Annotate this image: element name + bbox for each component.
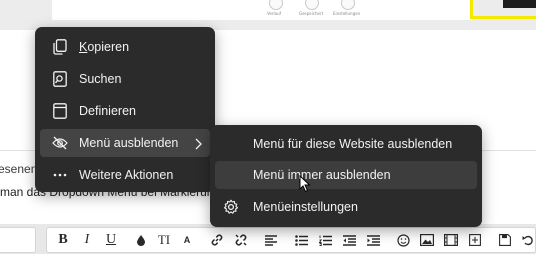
- save-icon[interactable]: [495, 228, 515, 252]
- settings-label: Einstellungen: [333, 11, 361, 16]
- menu-item-weitere-aktionen[interactable]: Weitere Aktionen: [40, 161, 210, 189]
- editor-toolbar: B I U TI A: [0, 224, 536, 254]
- context-menu: Kopieren Suchen Definieren Menü ausblend…: [35, 27, 215, 192]
- star-icon: [305, 0, 319, 10]
- chevron-right-icon: [195, 137, 202, 155]
- undo-icon[interactable]: [519, 228, 536, 252]
- image-icon[interactable]: [417, 228, 437, 252]
- submenu-item-label: Menü für diese Website ausblenden: [253, 137, 453, 151]
- emoji-icon[interactable]: [393, 228, 413, 252]
- dark-element: [503, 0, 536, 8]
- menu-item-menue-ausblenden[interactable]: Menü ausblenden: [40, 129, 210, 157]
- eye-off-icon: [52, 135, 68, 151]
- menu-item-label-rest: opieren: [87, 40, 130, 54]
- menu-item-label: Weitere Aktionen: [79, 168, 174, 182]
- yellow-highlight-mark-bottom: [470, 16, 536, 19]
- insert-box-icon[interactable]: [465, 228, 485, 252]
- history-label: Verlauf: [267, 11, 282, 16]
- mouse-cursor-icon: [299, 174, 311, 198]
- menu-item-suchen[interactable]: Suchen: [40, 65, 210, 93]
- menu-item-label: Kopieren: [79, 40, 129, 54]
- text-size-button[interactable]: TI: [151, 228, 177, 252]
- outdent-icon[interactable]: [339, 228, 359, 252]
- underline-button[interactable]: U: [101, 228, 121, 252]
- menu-item-label: Suchen: [79, 72, 122, 86]
- formatting-group: B I U TI A: [46, 227, 536, 253]
- bullet-list-icon[interactable]: [291, 228, 311, 252]
- user-icon: [341, 0, 355, 10]
- text-color-icon[interactable]: [131, 228, 151, 252]
- italic-button[interactable]: I: [77, 228, 97, 252]
- copy-icon: [52, 39, 68, 55]
- more-icon: [52, 167, 68, 183]
- submenu-item-settings[interactable]: Menüeinstellungen: [215, 193, 477, 221]
- menu-item-definieren[interactable]: Definieren: [40, 97, 210, 125]
- menu-item-label: Definieren: [79, 104, 136, 118]
- submenu-item-label: Menü immer ausblenden: [253, 168, 391, 182]
- align-left-icon[interactable]: [261, 228, 281, 252]
- link-icon[interactable]: [207, 228, 227, 252]
- numbered-list-icon[interactable]: [315, 228, 335, 252]
- gear-icon: [223, 199, 239, 215]
- video-icon[interactable]: [441, 228, 461, 252]
- search-icon: [52, 71, 68, 87]
- indent-icon[interactable]: [363, 228, 383, 252]
- submenu: Menü für diese Website ausblenden Menü i…: [210, 125, 482, 227]
- submenu-item-hide-for-site[interactable]: Menü für diese Website ausblenden: [215, 130, 477, 158]
- website-preview-card: Verlauf Gespeichert Einstellungen: [52, 0, 472, 20]
- submenu-item-label: Menüeinstellungen: [253, 200, 358, 214]
- history-icon: [269, 0, 283, 10]
- bold-button[interactable]: B: [53, 228, 73, 252]
- book-icon: [52, 103, 68, 119]
- toolbar-input[interactable]: [0, 227, 36, 253]
- menu-item-kopieren[interactable]: Kopieren: [40, 33, 210, 61]
- submenu-item-always-hide[interactable]: Menü immer ausblenden: [215, 161, 477, 189]
- unlink-icon[interactable]: [231, 228, 251, 252]
- menu-item-label: Menü ausblenden: [79, 136, 179, 150]
- partial-text-line-1: esenen: [0, 162, 38, 176]
- saved-label: Gespeichert: [299, 11, 324, 16]
- text-size-sub-label[interactable]: A: [177, 228, 197, 252]
